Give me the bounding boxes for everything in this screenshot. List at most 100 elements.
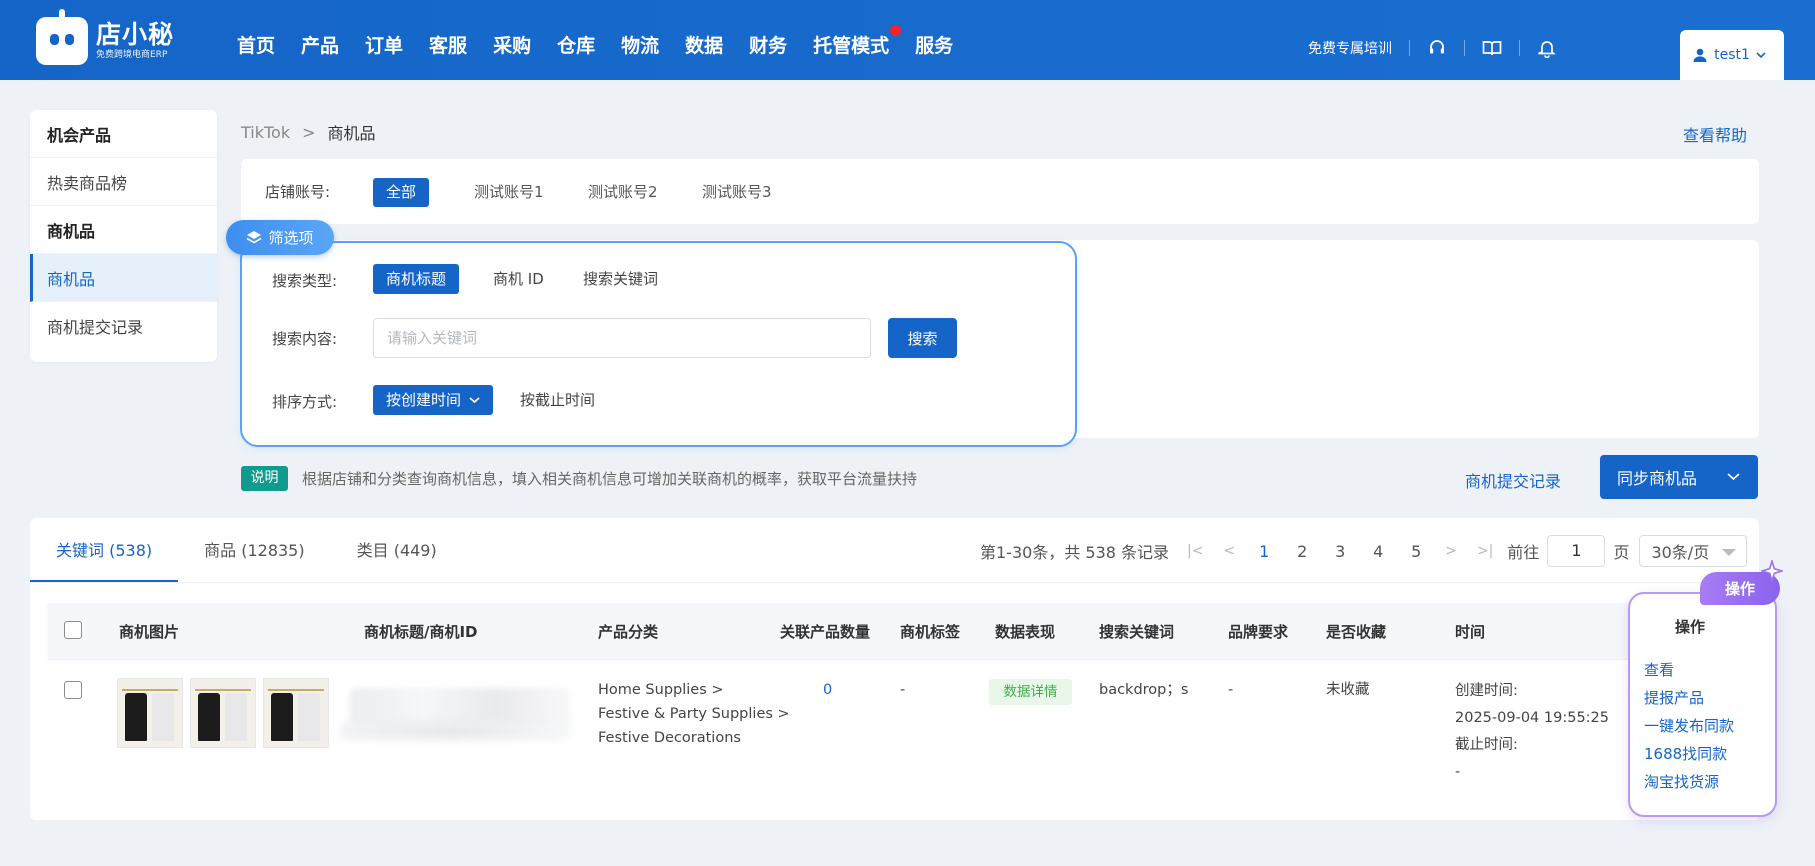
page-size-select[interactable]: 30条/页	[1639, 535, 1748, 567]
last-page-icon[interactable]: >|	[1477, 543, 1493, 559]
action-publish-same[interactable]: 一键发布同款	[1644, 715, 1734, 736]
deadline-value: -	[1455, 764, 1461, 780]
operation-title: 操作	[1675, 618, 1706, 636]
sort-by-created-label: 按创建时间	[386, 391, 462, 409]
tab-categories[interactable]: 类目 (449)	[331, 518, 463, 583]
bell-icon[interactable]	[1537, 38, 1557, 58]
header-title-id: 商机标题/商机ID	[364, 623, 478, 641]
search-type-label: 搜索类型:	[272, 272, 338, 290]
nav-logistics[interactable]: 物流	[621, 34, 659, 58]
nav-finance[interactable]: 财务	[749, 34, 787, 58]
store-filter-panel: 店铺账号: 全部 测试账号1 测试账号2 测试账号3	[241, 159, 1759, 224]
logo-subtitle: 免费跨境电商ERP	[96, 50, 168, 60]
page-1[interactable]: 1	[1245, 542, 1283, 561]
row-checkbox[interactable]	[64, 681, 82, 699]
book-icon[interactable]	[1482, 38, 1502, 58]
row-divider	[47, 659, 1647, 660]
sort-by-created-dropdown[interactable]: 按创建时间	[373, 385, 494, 415]
chevron-down-icon	[1727, 473, 1740, 481]
submit-records-link[interactable]: 商机提交记录	[1465, 468, 1561, 492]
category-line: Festive & Party Supplies >	[598, 706, 790, 722]
sync-button-label: 同步商机品	[1617, 469, 1698, 488]
header-search-keyword: 搜索关键词	[1099, 623, 1175, 641]
sidebar-item-opportunity[interactable]: 商机品	[30, 254, 217, 302]
notice-badge: 说明	[241, 466, 288, 491]
action-taobao-source[interactable]: 淘宝找货源	[1644, 771, 1719, 792]
search-type-title[interactable]: 商机标题	[373, 264, 460, 294]
action-submit-product[interactable]: 提报产品	[1644, 687, 1704, 708]
product-thumbnail[interactable]	[117, 678, 183, 748]
data-details-badge[interactable]: 数据详情	[989, 679, 1072, 705]
action-view[interactable]: 查看	[1644, 659, 1674, 680]
created-value: 2025-09-04 19:55:25	[1455, 710, 1609, 726]
pagination: 第1-30条，共 538 条记录 |< < 1 2 3 4 5 > >| 前往 …	[980, 535, 1748, 567]
nav-orders[interactable]: 订单	[365, 34, 403, 58]
category-line: Home Supplies >	[598, 682, 724, 698]
free-training-link[interactable]: 免费专属培训	[1308, 38, 1392, 58]
app-logo[interactable]: 店小秘 免费跨境电商ERP	[36, 9, 176, 66]
page-4[interactable]: 4	[1359, 542, 1397, 561]
breadcrumb-current: 商机品	[327, 124, 376, 143]
nav-home[interactable]: 首页	[237, 34, 275, 58]
header-category: 产品分类	[598, 623, 659, 641]
tab-keywords[interactable]: 关键词 (538)	[30, 518, 179, 583]
sidebar-item-hot-products[interactable]: 热卖商品榜	[30, 158, 217, 206]
first-page-icon[interactable]: |<	[1187, 543, 1203, 559]
product-thumbnail[interactable]	[263, 678, 329, 748]
nav-data[interactable]: 数据	[685, 34, 723, 58]
headset-icon[interactable]	[1427, 38, 1447, 58]
page-3[interactable]: 3	[1321, 542, 1359, 561]
nav-products[interactable]: 产品	[301, 34, 339, 58]
layers-icon	[247, 230, 262, 243]
store-option-test2[interactable]: 测试账号2	[575, 178, 671, 207]
nav-managed-mode[interactable]: 托管模式	[813, 25, 902, 58]
header-image: 商机图片	[119, 623, 180, 641]
sync-opportunity-button[interactable]: 同步商机品	[1600, 455, 1758, 499]
product-category: Home Supplies > Festive & Party Supplies…	[598, 678, 790, 750]
sidebar-item-submit-records[interactable]: 商机提交记录	[30, 302, 217, 350]
dropdown-caret-icon	[1722, 549, 1737, 556]
divider	[1409, 40, 1410, 56]
search-button[interactable]: 搜索	[888, 318, 957, 358]
sparkle-icon	[1761, 560, 1783, 582]
sidebar-group-opportunity: 商机品	[30, 206, 217, 254]
deadline-label: 截止时间:	[1455, 737, 1518, 753]
nav-customer-service[interactable]: 客服	[429, 34, 467, 58]
notice-text: 根据店铺和分类查询商机信息，填入相关商机信息可增加关联商机的概率，获取平台流量扶…	[302, 470, 918, 488]
store-option-test1[interactable]: 测试账号1	[461, 178, 557, 207]
search-type-id[interactable]: 商机 ID	[480, 264, 557, 294]
action-1688-find-same[interactable]: 1688找同款	[1644, 743, 1727, 764]
header-favorite: 是否收藏	[1326, 623, 1387, 641]
related-count-link[interactable]: 0	[823, 678, 832, 702]
breadcrumb-root[interactable]: TikTok	[241, 123, 290, 142]
filter-tag: 筛选项	[226, 220, 334, 255]
favorite-status: 未收藏	[1326, 682, 1370, 698]
page-2[interactable]: 2	[1283, 542, 1321, 561]
help-link[interactable]: 查看帮助	[1683, 122, 1747, 146]
tabs-divider	[30, 582, 1759, 583]
sidebar-group-opportunity-products: 机会产品	[30, 110, 217, 158]
product-thumbnail[interactable]	[190, 678, 256, 748]
tab-products[interactable]: 商品 (12835)	[178, 518, 330, 583]
page-size-value: 30条/页	[1651, 543, 1710, 562]
prev-page-icon[interactable]: <	[1223, 543, 1235, 559]
pagination-summary: 第1-30条，共 538 条记录	[980, 543, 1170, 562]
goto-page-input[interactable]: 1	[1547, 535, 1606, 567]
search-keyword-cell: backdrop；s	[1099, 682, 1189, 698]
header-tag: 商机标签	[900, 623, 961, 641]
select-all-checkbox[interactable]	[64, 621, 82, 639]
search-input[interactable]	[373, 318, 871, 358]
user-icon	[1693, 48, 1707, 62]
nav-services[interactable]: 服务	[915, 34, 953, 58]
sort-by-deadline[interactable]: 按截止时间	[507, 385, 608, 415]
nav-purchasing[interactable]: 采购	[493, 34, 531, 58]
store-option-test3[interactable]: 测试账号3	[689, 178, 785, 207]
filter-tag-label: 筛选项	[268, 229, 314, 247]
time-cell: 创建时间: 2025-09-04 19:55:25 截止时间: -	[1455, 678, 1609, 786]
next-page-icon[interactable]: >	[1445, 543, 1457, 559]
store-option-all[interactable]: 全部	[373, 178, 430, 207]
user-menu[interactable]: test1	[1680, 30, 1784, 80]
page-5[interactable]: 5	[1397, 542, 1435, 561]
nav-warehouse[interactable]: 仓库	[557, 34, 595, 58]
search-type-keyword[interactable]: 搜索关键词	[570, 264, 671, 294]
